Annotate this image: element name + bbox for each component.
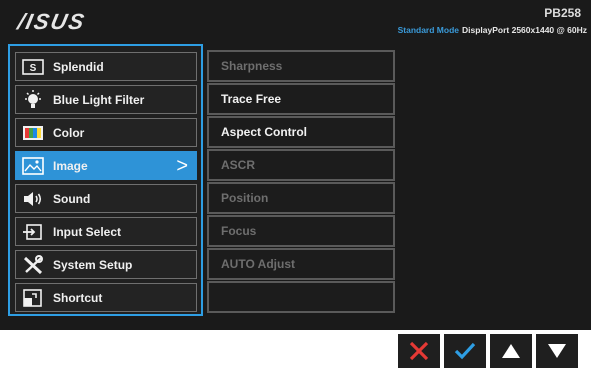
menu-item-sound[interactable]: Sound [15, 184, 197, 213]
up-button[interactable] [490, 334, 532, 368]
menu-item-label: Shortcut [53, 290, 103, 305]
menu-item-label: Splendid [53, 59, 104, 74]
submenu-item-sharpness[interactable]: Sharpness [207, 50, 395, 82]
main-menu: S Splendid Blue Light Filter Color Image… [8, 44, 203, 316]
submenu-item-auto-adjust[interactable]: AUTO Adjust [207, 248, 395, 280]
menu-item-label: Blue Light Filter [53, 92, 145, 107]
close-icon [409, 341, 429, 361]
menu-item-image[interactable]: Image > [15, 151, 197, 180]
svg-text:S: S [30, 63, 37, 74]
down-arrow-icon [548, 344, 566, 358]
menu-item-label: Input Select [53, 224, 122, 239]
osd-menu-window: /ISUS PB258 Standard Mode DisplayPort 256… [0, 0, 591, 330]
menu-item-label: Sound [53, 191, 91, 206]
input-icon [21, 221, 45, 243]
color-icon [21, 122, 45, 144]
menu-item-label: System Setup [53, 257, 133, 272]
submenu-item-ascr[interactable]: ASCR [207, 149, 395, 181]
close-button[interactable] [398, 334, 440, 368]
submenu-item-aspect-control[interactable]: Aspect Control [207, 116, 395, 148]
menu-item-shortcut[interactable]: Shortcut [15, 283, 197, 312]
speaker-icon [21, 188, 45, 210]
input-info: DisplayPort 2560x1440 @ 60Hz [462, 25, 587, 35]
submenu-item-position[interactable]: Position [207, 182, 395, 214]
splendid-icon: S [21, 56, 45, 78]
shortcut-icon [21, 287, 45, 309]
submenu-item-empty [207, 281, 395, 313]
up-arrow-icon [502, 344, 520, 358]
current-mode: Standard Mode [397, 25, 459, 35]
model-name: PB258 [544, 6, 581, 20]
wrench-icon [21, 254, 45, 276]
menu-item-splendid[interactable]: S Splendid [15, 52, 197, 81]
image-submenu: Sharpness Trace Free Aspect Control ASCR… [207, 44, 397, 316]
chevron-right-icon: > [176, 155, 188, 177]
menu-item-blue-light-filter[interactable]: Blue Light Filter [15, 85, 197, 114]
image-icon [21, 155, 45, 177]
status-line: Standard Mode DisplayPort 2560x1440 @ 60H… [398, 25, 587, 35]
bulb-icon [21, 89, 45, 111]
menu-item-system-setup[interactable]: System Setup [15, 250, 197, 279]
confirm-button[interactable] [444, 334, 486, 368]
menu-item-label: Image [53, 158, 88, 173]
down-button[interactable] [536, 334, 578, 368]
check-icon [454, 342, 476, 360]
osd-header: /ISUS PB258 Standard Mode DisplayPort 256… [0, 0, 591, 44]
menu-item-input-select[interactable]: Input Select [15, 217, 197, 246]
menu-item-label: Color [53, 125, 85, 140]
submenu-item-focus[interactable]: Focus [207, 215, 395, 247]
brand-logo: /ISUS [15, 9, 89, 34]
submenu-item-trace-free[interactable]: Trace Free [207, 83, 395, 115]
navigation-buttons [394, 334, 578, 368]
menu-item-color[interactable]: Color [15, 118, 197, 147]
